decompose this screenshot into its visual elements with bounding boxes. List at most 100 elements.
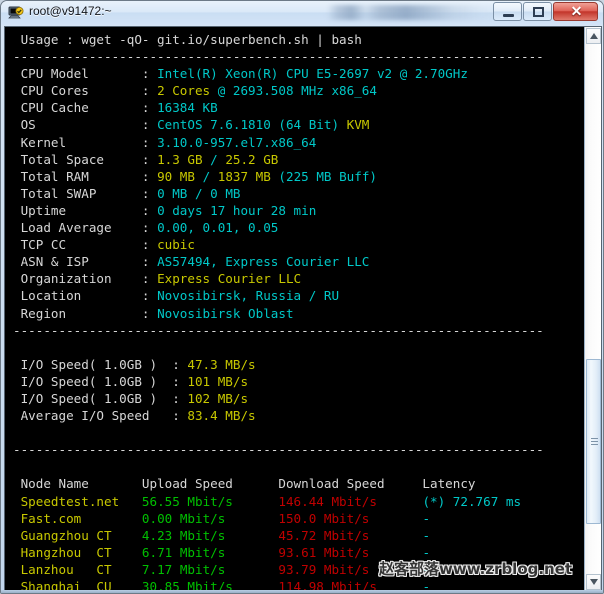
speedtest-header: Node Name Upload Speed Download Speed La… [13, 476, 476, 492]
terminal-scrollbar[interactable] [584, 27, 601, 591]
system-info-row: OS : CentOS 7.6.1810 (64 Bit) KVM [13, 116, 585, 133]
system-info-value: 0 MB [210, 185, 241, 201]
speedtest-upload-speed: 7.17 Mbit/s [141, 561, 279, 577]
putty-window: root@v91472:~ ✕ Usage : wget -qO- git.io… [0, 0, 604, 594]
close-button[interactable]: ✕ [553, 2, 598, 21]
title-bar-blurred-region [327, 5, 502, 20]
system-info-value: 1.3 GB [157, 151, 203, 167]
system-info-label: CPU Model : [13, 66, 158, 82]
io-speed-value: 83.4 MB/s [187, 408, 256, 424]
system-info-value: 2693.508 MHz [232, 83, 324, 99]
speedtest-node-name: Lanzhou CT [13, 561, 142, 577]
system-info-label: Total RAM : [13, 168, 158, 184]
system-info-label: Uptime : [13, 202, 158, 218]
system-info-label: TCP CC : [13, 237, 158, 253]
speedtest-latency: - [422, 510, 431, 526]
speedtest-upload-speed: 0.00 Mbit/s [141, 510, 279, 526]
system-info-value: Intel(R) Xeon(R) CPU E5-2697 v2 @ 2.70GH… [157, 66, 468, 82]
system-info-row: CPU Model : Intel(R) Xeon(R) CPU E5-2697… [13, 65, 585, 82]
system-info-value: 25.2 GB [225, 151, 279, 167]
speedtest-download-speed: 45.72 Mbit/s [278, 527, 423, 543]
system-info-row: ASN & ISP : AS57494, Express Courier LLC [13, 253, 585, 270]
speedtest-upload-speed: 56.55 Mbit/s [141, 493, 279, 509]
system-info-value: ( [270, 168, 286, 184]
speedtest-node-name: Fast.com [13, 510, 142, 526]
speedtest-header-row: Node Name Upload Speed Download Speed La… [13, 475, 585, 492]
system-info-label: ASN & ISP : [13, 254, 158, 270]
system-info-label: OS : [13, 117, 158, 133]
system-info-label: Total Space : [13, 151, 158, 167]
system-info-row: Total RAM : 90 MB / 1837 MB (225 MB Buff… [13, 168, 585, 185]
io-speed-row: Average I/O Speed : 83.4 MB/s [13, 407, 585, 424]
system-info-row: Total SWAP : 0 MB / 0 MB [13, 185, 585, 202]
scrollbar-grip-icon [591, 438, 598, 445]
separator-line: ----------------------------------------… [13, 49, 544, 65]
window-bottom-edge [1, 590, 603, 593]
separator-line: ----------------------------------------… [13, 322, 544, 338]
system-info-label: Region : [13, 305, 158, 321]
io-speed-row: I/O Speed( 1.0GB ) : 102 MB/s [13, 390, 585, 407]
minimize-button[interactable] [493, 2, 522, 21]
maximize-icon [533, 7, 544, 17]
window-title: root@v91472:~ [29, 4, 112, 18]
system-info-row: Kernel : 3.10.0-957.el7.x86_64 [13, 134, 585, 151]
system-info-row: Uptime : 0 days 17 hour 28 min [13, 202, 585, 219]
system-info-value: AS57494, Express Courier LLC [157, 254, 370, 270]
system-info-row: Load Average : 0.00, 0.01, 0.05 [13, 219, 585, 236]
speedtest-node-name: Hangzhou CT [13, 544, 142, 560]
scrollbar-thumb[interactable] [586, 359, 601, 524]
speedtest-upload-speed: 4.23 Mbit/s [141, 527, 279, 543]
speedtest-upload-speed: 6.71 Mbit/s [141, 544, 279, 560]
system-info-row: CPU Cores : 2 Cores @ 2693.508 MHz x86_6… [13, 82, 585, 99]
system-info-value: @ [210, 83, 233, 99]
system-info-value: Novosibirsk, Russia / RU [157, 288, 340, 304]
separator-line: ----------------------------------------… [13, 442, 544, 458]
speedtest-node-name: Speedtest.net [13, 493, 142, 509]
scroll-up-arrow-icon[interactable] [586, 28, 601, 44]
system-info-value: 225 MB [285, 168, 332, 184]
maximize-button[interactable] [523, 2, 552, 21]
system-info-value: x86_64 [323, 83, 377, 99]
speedtest-node-name: Guangzhou CT [13, 527, 142, 543]
system-info-row: Region : Novosibirsk Oblast [13, 305, 585, 322]
system-info-value: cubic [157, 237, 195, 253]
scroll-down-arrow-icon[interactable] [586, 574, 601, 590]
system-info-row: Location : Novosibirsk, Russia / RU [13, 287, 585, 304]
system-info-label: CPU Cache : [13, 100, 158, 116]
speedtest-row: Speedtest.net 56.55 Mbit/s 146.44 Mbit/s… [13, 493, 585, 510]
io-speed-label: I/O Speed( 1.0GB ) : [13, 356, 188, 372]
io-speed-value: 101 MB/s [187, 373, 249, 389]
terminal-output[interactable]: Usage : wget -qO- git.io/superbench.sh |… [5, 27, 585, 591]
system-info-value: 90 MB [157, 168, 195, 184]
speedtest-latency: - [422, 527, 431, 543]
minimize-icon [503, 14, 514, 17]
system-info-value: Buff) [331, 168, 377, 184]
usage-line: Usage : wget -qO- git.io/superbench.sh |… [13, 32, 362, 47]
title-bar[interactable]: root@v91472:~ ✕ [1, 1, 603, 25]
system-info-row: Total Space : 1.3 GB / 25.2 GB [13, 151, 585, 168]
system-info-value: 2 Cores [157, 83, 211, 99]
system-info-label: Organization : [13, 271, 158, 287]
io-speed-value: 102 MB/s [187, 390, 249, 406]
speedtest-row: Fast.com 0.00 Mbit/s 150.0 Mbit/s - [13, 510, 585, 527]
io-speed-row: I/O Speed( 1.0GB ) : 47.3 MB/s [13, 356, 585, 373]
system-info-label: Load Average : [13, 220, 158, 236]
io-speed-value: 47.3 MB/s [187, 356, 256, 372]
system-info-value: / [202, 151, 226, 167]
system-info-value: 1837 MB [217, 168, 271, 184]
close-icon: ✕ [570, 3, 583, 19]
system-info-row: TCP CC : cubic [13, 236, 585, 253]
system-info-row: CPU Cache : 16384 KB [13, 99, 585, 116]
system-info-value: Novosibirsk Oblast [157, 305, 294, 321]
system-info-value: 0.00, 0.01, 0.05 [157, 220, 279, 236]
io-speed-label: I/O Speed( 1.0GB ) : [13, 373, 188, 389]
system-info-value: CentOS 7.6.1810 (64 Bit) [157, 117, 347, 133]
system-info-label: Total SWAP : [13, 185, 158, 201]
system-info-value: 0 MB [157, 185, 188, 201]
watermark: 赵客部落www.zrblog.net [379, 560, 573, 578]
system-info-value: KVM [346, 117, 370, 133]
system-info-value: / [187, 185, 211, 201]
